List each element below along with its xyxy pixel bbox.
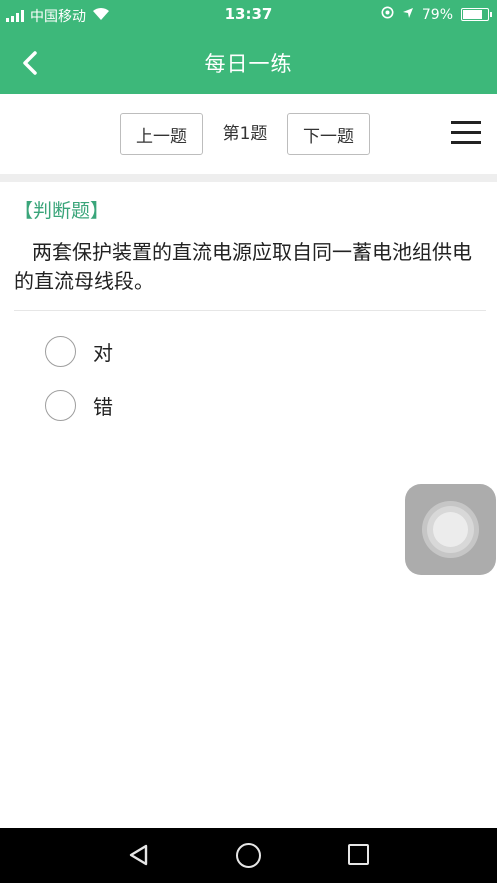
navigation-bar: 每日一练 bbox=[0, 30, 497, 94]
status-right: 79% bbox=[381, 6, 492, 23]
option-label: 对 bbox=[93, 340, 113, 365]
battery-icon bbox=[461, 8, 492, 21]
battery-percent: 79% bbox=[421, 6, 453, 23]
circle-home-icon[interactable] bbox=[236, 843, 261, 868]
status-bar: 中国移动 13:37 79% bbox=[0, 0, 497, 30]
previous-question-button[interactable]: 上一题 bbox=[120, 113, 203, 155]
next-question-button[interactable]: 下一题 bbox=[287, 113, 370, 155]
section-divider bbox=[0, 174, 497, 182]
question-divider bbox=[14, 310, 486, 311]
square-recent-icon[interactable] bbox=[348, 844, 369, 865]
option-label: 错 bbox=[93, 394, 113, 419]
system-navigation-bar bbox=[0, 828, 497, 883]
option-true[interactable]: 对 bbox=[45, 334, 245, 368]
location-icon bbox=[402, 7, 414, 23]
assistive-ring-inner bbox=[433, 512, 468, 547]
triangle-back-icon[interactable] bbox=[126, 842, 152, 868]
assistive-touch-button[interactable] bbox=[405, 484, 496, 575]
question-toolbar: 上一题 第1题 下一题 bbox=[0, 94, 497, 174]
page-title: 每日一练 bbox=[204, 52, 293, 76]
hamburger-menu-icon[interactable] bbox=[451, 121, 481, 147]
question-number: 第1题 bbox=[222, 124, 268, 144]
alarm-icon bbox=[381, 6, 394, 23]
radio-button[interactable] bbox=[45, 389, 76, 421]
radio-button[interactable] bbox=[45, 335, 76, 367]
question-text: 两套保护装置的直流电源应取自同一蓄电池组供电的直流母线段。 bbox=[14, 240, 472, 293]
option-false[interactable]: 错 bbox=[45, 388, 245, 422]
question-type-label: 【判断题】 bbox=[14, 200, 110, 222]
